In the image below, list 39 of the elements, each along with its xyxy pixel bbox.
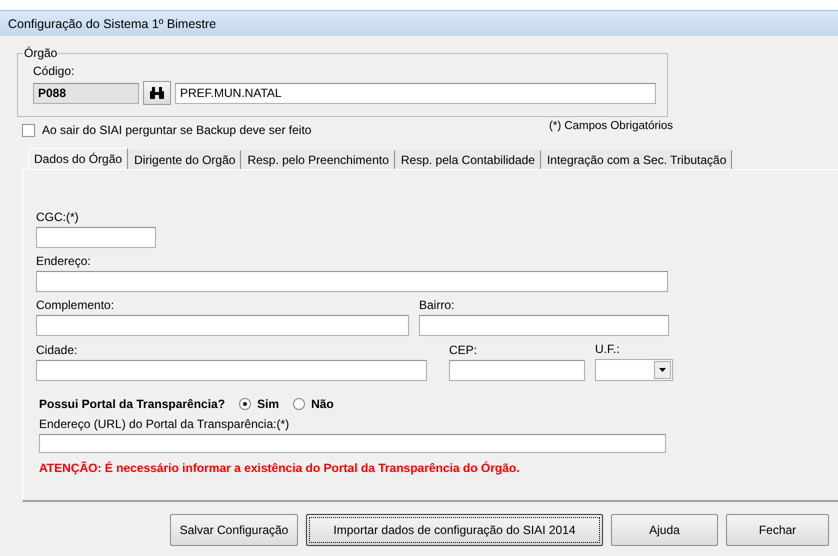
search-button[interactable] (143, 81, 171, 105)
field-label: Endereço (URL) do Portal da Transparência:(*) (39, 417, 290, 431)
dialog-button[interactable]: Importar dados de configuração do SIAI 2014 (306, 514, 603, 546)
warning-message: ATENÇÃO: É necessário informar a existência do Portal da Transparência do Órgão. (39, 461, 521, 475)
field-label: Complemento: (36, 298, 116, 312)
caret-icon (659, 368, 666, 372)
backup-checkbox[interactable]: Ao sair do SIAI perguntar se Backup deve ser feito (22, 123, 312, 137)
field-label: U.F.: (595, 342, 621, 356)
tab[interactable]: Resp. pela Contabilidade (394, 150, 541, 169)
tab[interactable]: Dados do Órgão (28, 148, 128, 169)
name-field[interactable]: PREF.MUN.NATAL (175, 82, 656, 104)
tab[interactable]: Integração com a Sec. Tributação (540, 150, 732, 169)
city-field[interactable] (36, 360, 427, 381)
complement-field[interactable] (36, 315, 409, 336)
radio-option[interactable]: Não (293, 397, 334, 411)
cgc-field[interactable] (36, 227, 156, 248)
dropdown-button[interactable] (654, 361, 671, 379)
binoculars-icon (149, 87, 165, 99)
radio-option[interactable]: Sim (239, 397, 280, 411)
dialog-button[interactable]: Salvar Configuração (170, 514, 298, 546)
code-field[interactable]: P088 (33, 82, 139, 104)
code-label: Código: (33, 64, 76, 78)
tab[interactable]: Dirigente do Orgão (128, 150, 242, 169)
field-label: Cidade: (36, 343, 78, 357)
portal-question: Possui Portal da Transparência? (39, 397, 226, 411)
dialog-button[interactable]: Ajuda (611, 514, 718, 546)
address-field[interactable] (36, 271, 668, 292)
field-label: CEP: (449, 343, 478, 357)
window-title: Configuração do Sistema 1º Bimestre (0, 10, 838, 36)
field-label: Endereço: (36, 254, 92, 268)
district-field[interactable] (419, 315, 669, 336)
url-field[interactable] (39, 434, 666, 453)
dialog-button[interactable]: Fechar (726, 514, 829, 546)
required-note: (*) Campos Obrigatórios (549, 120, 673, 132)
field-label: Bairro: (419, 298, 456, 312)
zip-field[interactable] (449, 360, 585, 381)
group-legend: Órgão (23, 46, 58, 60)
field-label: CGC:(*) (36, 210, 80, 224)
tab[interactable]: Resp. pelo Preenchimento (241, 150, 395, 169)
